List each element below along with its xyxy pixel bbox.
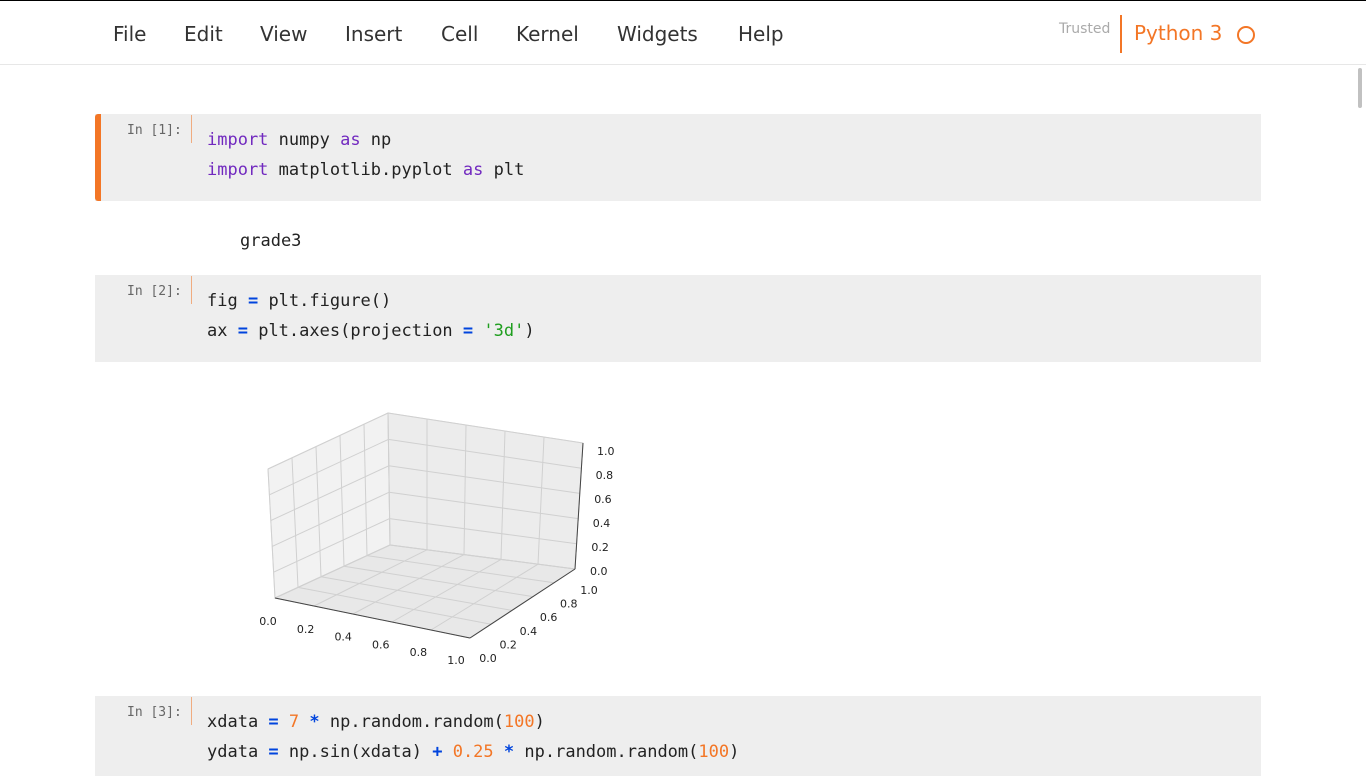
tick-label: 0.6 xyxy=(540,611,558,624)
tick-label: 0.0 xyxy=(479,652,497,665)
code-line[interactable]: import numpy as np xyxy=(207,129,391,151)
trusted-indicator[interactable]: Trusted xyxy=(1059,21,1110,37)
prompt-divider xyxy=(191,697,192,725)
cell-prompt: In [1]: xyxy=(127,123,182,138)
cell-prompt: In [3]: xyxy=(127,705,182,720)
tick-label: 0.8 xyxy=(560,598,578,611)
tick-label: 0.2 xyxy=(297,623,315,636)
tick-label: 1.0 xyxy=(447,654,465,667)
tick-label: 0.4 xyxy=(334,631,352,644)
kernel-separator xyxy=(1120,15,1122,53)
scrollbar-thumb[interactable] xyxy=(1358,68,1362,108)
menu-kernel[interactable]: Kernel xyxy=(516,22,579,46)
menu-widgets[interactable]: Widgets xyxy=(617,22,698,46)
menubar: File Edit View Insert Cell Kernel Widget… xyxy=(0,1,1366,65)
tick-label: 1.0 xyxy=(580,584,598,597)
tick-label: 0.4 xyxy=(520,625,538,638)
tick-label: 0.0 xyxy=(259,615,277,628)
tick-label: 0.2 xyxy=(499,638,517,651)
code-line[interactable]: fig = plt.figure() xyxy=(207,290,391,312)
tick-label: 1.0 xyxy=(597,445,615,458)
menu-file[interactable]: File xyxy=(113,22,146,46)
code-line[interactable]: import matplotlib.pyplot as plt xyxy=(207,159,524,181)
tick-label: 0.0 xyxy=(590,565,608,578)
code-cell-3[interactable] xyxy=(95,696,1261,776)
tick-label: 0.6 xyxy=(372,638,390,651)
menu-insert[interactable]: Insert xyxy=(345,22,402,46)
menu-help[interactable]: Help xyxy=(738,22,784,46)
menu-view[interactable]: View xyxy=(260,22,307,46)
menu-cell[interactable]: Cell xyxy=(441,22,478,46)
code-cell-1[interactable] xyxy=(95,114,1261,201)
code-line[interactable]: xdata = 7 * np.random.random(100) xyxy=(207,711,545,733)
code-cell-2[interactable] xyxy=(95,275,1261,362)
circle-idle-icon xyxy=(1237,26,1255,44)
menu-edit[interactable]: Edit xyxy=(184,22,223,46)
cell-prompt: In [2]: xyxy=(127,284,182,299)
prompt-divider xyxy=(191,276,192,304)
code-line[interactable]: ax = plt.axes(projection = '3d') xyxy=(207,320,535,342)
tick-label: 0.6 xyxy=(594,493,612,506)
tick-label: 0.8 xyxy=(596,469,614,482)
prompt-divider xyxy=(191,115,192,143)
code-line[interactable]: ydata = np.sin(xdata) + 0.25 * np.random… xyxy=(207,741,739,763)
tick-label: 0.4 xyxy=(593,517,611,530)
tick-label: 0.2 xyxy=(591,541,609,554)
kernel-name[interactable]: Python 3 xyxy=(1134,21,1222,45)
tick-label: 0.8 xyxy=(410,646,428,659)
3d-axes-plot: 0.00.20.40.60.81.0 0.00.20.40.60.81.0 0.… xyxy=(259,412,615,667)
cell-output-text: grade3 xyxy=(240,231,302,251)
